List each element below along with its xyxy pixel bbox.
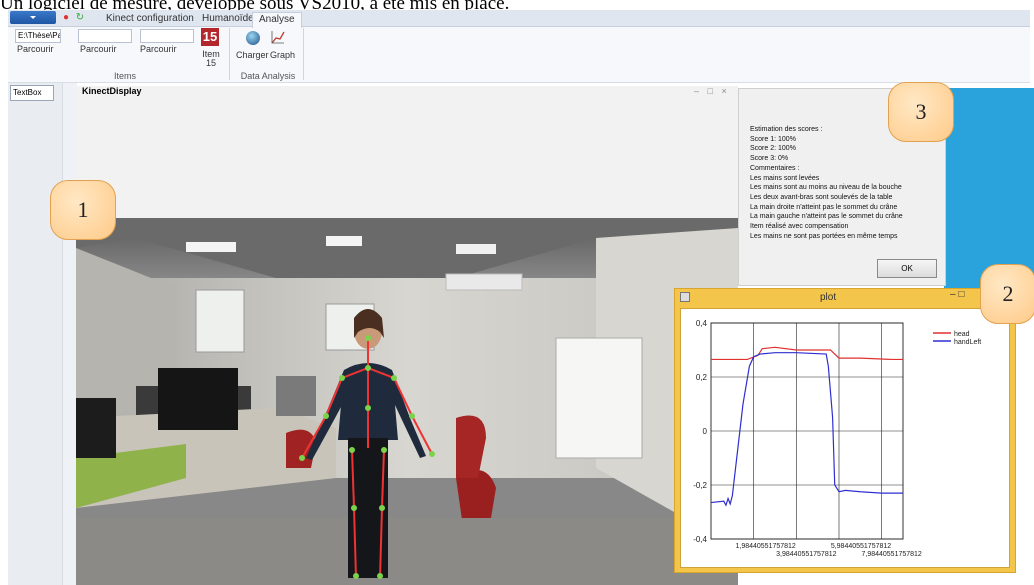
kinect-display-title: KinectDisplay bbox=[82, 86, 142, 96]
plot-window-title: plot bbox=[820, 292, 837, 303]
path-field-3[interactable] bbox=[140, 29, 194, 43]
load-data-icon[interactable] bbox=[246, 31, 260, 45]
y-tick-label: -0,4 bbox=[693, 535, 707, 544]
item-number-badge[interactable]: 15 bbox=[201, 28, 219, 46]
patient-path-field[interactable]: E:\Thèse\Patien bbox=[15, 29, 61, 43]
text-box[interactable]: TextBox bbox=[10, 85, 54, 101]
tab-kinect-configuration[interactable]: Kinect configuration bbox=[100, 12, 200, 27]
callout-1: 1 bbox=[50, 180, 116, 240]
load-button[interactable]: Charger bbox=[236, 50, 269, 60]
score-line: Score 2: 100% bbox=[750, 145, 796, 153]
ribbon-group-separator bbox=[229, 28, 230, 80]
application-menu-button[interactable] bbox=[10, 11, 56, 24]
desktop-background bbox=[944, 88, 1034, 288]
score-line: La main droite n'atteint pas le sommet d… bbox=[750, 203, 898, 211]
graph-button[interactable]: Graph bbox=[270, 50, 295, 60]
score-line: Item réalisé avec compensation bbox=[750, 223, 849, 231]
tab-analyse[interactable]: Analyse bbox=[252, 12, 302, 28]
score-line: Les mains ne sont pas portées en même te… bbox=[750, 232, 898, 240]
panel-splitter[interactable] bbox=[62, 83, 77, 585]
browse-button-1[interactable]: Parcourir bbox=[17, 44, 54, 54]
plot-window-controls[interactable]: – □ bbox=[950, 289, 964, 300]
browse-button-2[interactable]: Parcourir bbox=[80, 44, 117, 54]
tab-humanoide[interactable]: Humanoïde bbox=[196, 12, 260, 27]
refresh-icon[interactable]: ↻ bbox=[74, 12, 86, 24]
record-icon[interactable]: ● bbox=[60, 12, 72, 24]
y-tick-label: -0,2 bbox=[693, 481, 707, 490]
window-icon bbox=[680, 292, 690, 302]
kinect-window-controls[interactable]: – □ × bbox=[694, 86, 730, 96]
score-line: Commentaires : bbox=[750, 164, 800, 172]
score-line: La main gauche n'atteint pas le sommet d… bbox=[750, 213, 903, 221]
y-tick-label: 0,4 bbox=[696, 319, 708, 328]
legend-label: handLeft bbox=[954, 339, 981, 346]
legend-label: head bbox=[954, 331, 970, 338]
score-dialog-text: Estimation des scores : Score 1: 100% Sc… bbox=[750, 125, 903, 241]
graph-icon[interactable] bbox=[270, 29, 286, 45]
callout-2: 2 bbox=[980, 264, 1034, 324]
x-tick-label: 5,98440551757812 bbox=[831, 543, 891, 550]
browse-button-3[interactable]: Parcourir bbox=[140, 44, 177, 54]
plot-area: 0,4 0,2 0 -0,2 -0,4 1,98440551757812 5,9844055… bbox=[680, 308, 1010, 568]
path-field-2[interactable] bbox=[78, 29, 132, 43]
callout-3: 3 bbox=[888, 82, 954, 142]
x-tick-label: 7,98440551757812 bbox=[861, 551, 921, 558]
line-chart: 0,4 0,2 0 -0,2 -0,4 1,98440551757812 5,9844055… bbox=[693, 319, 981, 558]
score-line: Les deux avant-bras sont soulevés de la … bbox=[750, 193, 893, 201]
x-tick-label: 1,98440551757812 bbox=[735, 543, 795, 550]
y-tick-label: 0 bbox=[703, 427, 708, 436]
score-line: Estimation des scores : bbox=[750, 126, 823, 133]
score-line: Les mains sont levées bbox=[750, 174, 820, 182]
score-line: Les mains sont au moins au niveau de la … bbox=[750, 184, 902, 192]
item-badge-label: Item 15 bbox=[202, 49, 220, 68]
x-tick-label: 3,98440551757812 bbox=[776, 551, 836, 558]
items-group-label: Items bbox=[113, 71, 136, 81]
ok-button[interactable]: OK bbox=[877, 259, 937, 278]
y-tick-label: 0,2 bbox=[696, 373, 708, 382]
left-panel bbox=[8, 83, 68, 585]
score-line: Score 3: 0% bbox=[750, 155, 789, 163]
kinect-camera-view bbox=[76, 218, 738, 585]
data-analysis-group-label: Data Analysis bbox=[240, 71, 296, 81]
ribbon-group-separator bbox=[303, 28, 304, 80]
score-line: Score 1: 100% bbox=[750, 135, 796, 143]
